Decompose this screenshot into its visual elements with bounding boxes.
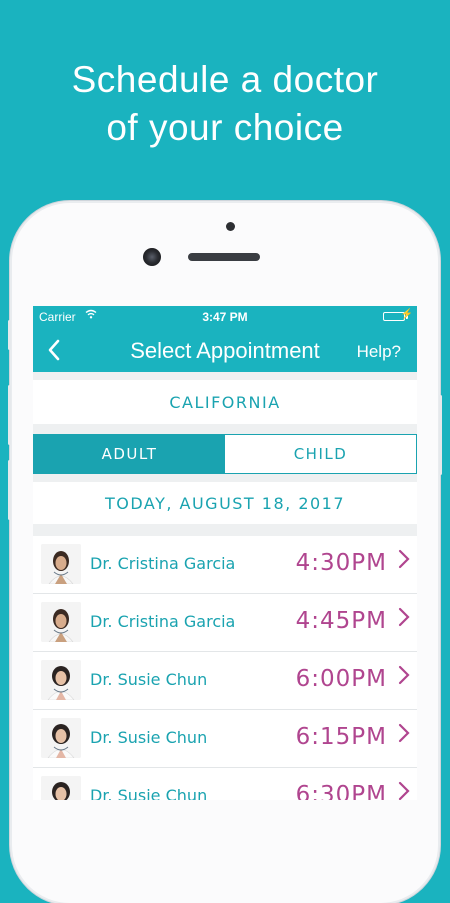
segment-child[interactable]: CHILD <box>225 435 416 473</box>
help-button[interactable]: Help? <box>357 342 401 362</box>
volume-down-button <box>8 460 11 520</box>
appointment-list: Dr. Cristina Garcia 4:30PM Dr. Cristina … <box>33 536 417 800</box>
app-screen: Carrier 3:47 PM ⚡ Select Appointment Hel… <box>33 306 417 800</box>
power-button <box>439 395 442 475</box>
chevron-right-icon <box>398 606 410 634</box>
doctor-avatar <box>41 660 81 700</box>
headline-line-1: Schedule a doctor <box>71 59 379 100</box>
appointment-time: 6:15PM <box>295 724 387 750</box>
appointment-row[interactable]: Dr. Susie Chun 6:30PM <box>33 768 417 800</box>
chevron-right-icon <box>398 548 410 576</box>
doctor-avatar <box>41 776 81 800</box>
doctor-name: Dr. Susie Chun <box>90 728 208 747</box>
doctor-name: Dr. Cristina Garcia <box>90 554 236 573</box>
state-selector[interactable]: CALIFORNIA <box>33 380 417 424</box>
charging-bolt-icon: ⚡ <box>400 309 413 320</box>
volume-up-button <box>8 385 11 445</box>
marketing-headline: Schedule a doctor of your choice <box>0 56 450 152</box>
doctor-avatar <box>41 544 81 584</box>
appointment-time: 6:30PM <box>295 782 387 800</box>
appointment-row[interactable]: Dr. Susie Chun 6:15PM <box>33 710 417 768</box>
proximity-sensor <box>226 222 235 231</box>
doctor-name: Dr. Susie Chun <box>90 786 208 800</box>
chevron-right-icon <box>398 780 410 800</box>
segment-adult[interactable]: ADULT <box>34 435 225 473</box>
doctor-avatar <box>41 718 81 758</box>
mute-switch <box>8 320 11 350</box>
earpiece-speaker <box>188 253 260 261</box>
appointment-row[interactable]: Dr. Susie Chun 6:00PM <box>33 652 417 710</box>
front-camera <box>143 248 161 266</box>
doctor-avatar <box>41 602 81 642</box>
chevron-right-icon <box>398 722 410 750</box>
navigation-bar: Select Appointment Help? <box>33 328 417 372</box>
status-time: 3:47 PM <box>202 310 248 324</box>
date-header[interactable]: TODAY, AUGUST 18, 2017 <box>33 482 417 524</box>
doctor-name: Dr. Susie Chun <box>90 670 208 689</box>
chevron-right-icon <box>398 664 410 692</box>
appointment-time: 4:45PM <box>295 608 387 634</box>
doctor-name: Dr. Cristina Garcia <box>90 612 236 631</box>
appointment-row[interactable]: Dr. Cristina Garcia 4:45PM <box>33 594 417 652</box>
appointment-row[interactable]: Dr. Cristina Garcia 4:30PM <box>33 536 417 594</box>
status-bar: Carrier 3:47 PM ⚡ <box>33 306 417 328</box>
appointment-time: 4:30PM <box>295 550 387 576</box>
appointment-time: 6:00PM <box>295 666 387 692</box>
patient-type-segmented-control: ADULT CHILD <box>33 434 417 474</box>
headline-line-2: of your choice <box>106 107 344 148</box>
